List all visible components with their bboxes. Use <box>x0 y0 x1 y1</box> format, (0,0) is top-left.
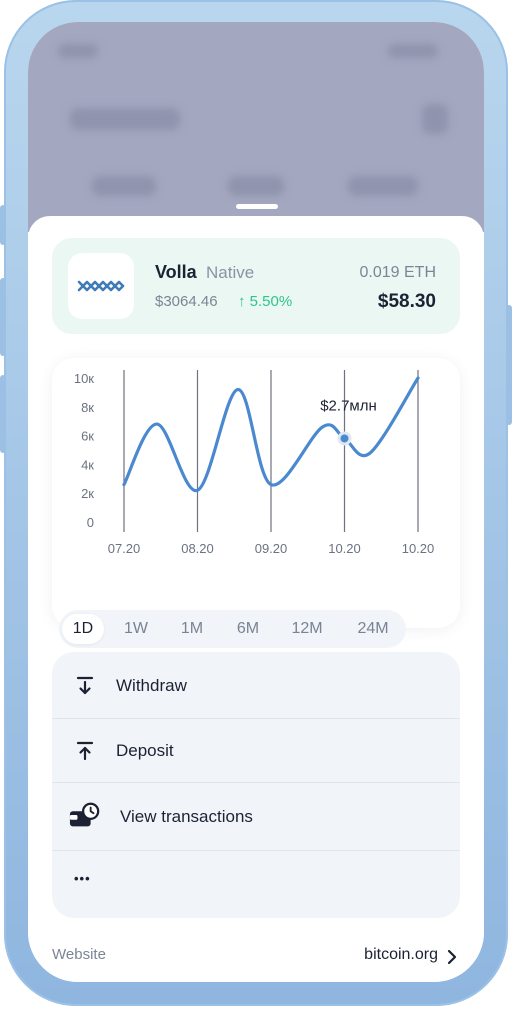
volla-wave-logo-icon <box>68 253 134 319</box>
asset-name: Volla <box>155 262 197 282</box>
range-tab-6m[interactable]: 6M <box>227 614 269 644</box>
range-tab-24m[interactable]: 24M <box>352 614 394 644</box>
chart-y-tick-label: 8к <box>81 400 94 415</box>
range-tab-12m[interactable]: 12M <box>286 614 328 644</box>
chevron-right-icon[interactable] <box>446 949 458 965</box>
view-transactions-label: View transactions <box>120 807 253 826</box>
phone-screen: Volla Native $3064.46 ↑ 5.50% 0.019 ETH … <box>28 22 484 982</box>
asset-summary-card[interactable]: Volla Native $3064.46 ↑ 5.50% 0.019 ETH … <box>52 238 460 334</box>
phone-side-button <box>0 205 6 245</box>
range-tab-1d[interactable]: 1D <box>62 614 104 644</box>
wallet-clock-icon <box>69 802 100 827</box>
chart-annotation-label: $2.7млн <box>320 397 377 414</box>
view-transactions-action[interactable]: View transactions <box>52 783 460 851</box>
chart-y-tick-label: 4к <box>81 457 94 472</box>
asset-type: Native <box>206 263 255 282</box>
chart-highlight-point <box>340 434 349 443</box>
asset-balance-amount: 0.019 ETH <box>359 264 436 281</box>
chart-x-tick-label: 10.20 <box>402 541 435 556</box>
chart-x-tick-label: 10.20 <box>328 541 361 556</box>
phone-volume-up-button <box>0 278 6 356</box>
blurred-background-screen <box>28 22 484 232</box>
more-action[interactable]: ••• <box>52 851 460 918</box>
deposit-arrow-up-icon <box>76 741 94 761</box>
chart-x-tick-label: 07.20 <box>108 541 141 556</box>
more-dots-icon: ••• <box>74 871 91 886</box>
time-range-selector: 1D 1W 1M 6M 12M 24M <box>59 610 406 648</box>
sheet-drag-handle[interactable] <box>236 204 278 209</box>
chart-y-tick-label: 0 <box>87 515 94 530</box>
asset-price-change: ↑ 5.50% <box>238 293 293 310</box>
chart-x-tick-label: 08.20 <box>181 541 214 556</box>
chart-y-tick-label: 2к <box>81 486 94 501</box>
asset-balance-value: $58.30 <box>377 291 436 312</box>
range-tab-1w[interactable]: 1W <box>115 614 157 644</box>
price-chart[interactable]: 0 2к 4к 6к 8к 10к 07.20 08.20 09.20 10.20 10.20 $2.… <box>52 358 460 618</box>
chart-x-tick-label: 09.20 <box>255 541 288 556</box>
phone-power-button <box>506 305 512 425</box>
price-chart-card: 0 2к 4к 6к 8к 10к 07.20 08.20 09.20 10.20 10.20 $2.… <box>52 358 460 628</box>
withdraw-arrow-down-icon <box>76 676 94 695</box>
range-tab-1m[interactable]: 1M <box>171 614 213 644</box>
website-link[interactable]: bitcoin.org <box>364 946 438 964</box>
deposit-action[interactable]: Deposit <box>52 719 460 783</box>
asset-price: $3064.46 <box>155 293 218 310</box>
phone-volume-down-button <box>0 375 6 453</box>
deposit-label: Deposit <box>116 741 174 760</box>
withdraw-action[interactable]: Withdraw <box>52 652 460 719</box>
chart-y-tick-label: 10к <box>74 371 94 386</box>
asset-actions-list: Withdraw Deposit View transactions ••• <box>52 652 460 918</box>
website-label: Website <box>52 946 106 963</box>
withdraw-label: Withdraw <box>116 676 187 695</box>
asset-bottom-sheet: Volla Native $3064.46 ↑ 5.50% 0.019 ETH … <box>28 204 484 982</box>
chart-y-tick-label: 6к <box>81 429 94 444</box>
